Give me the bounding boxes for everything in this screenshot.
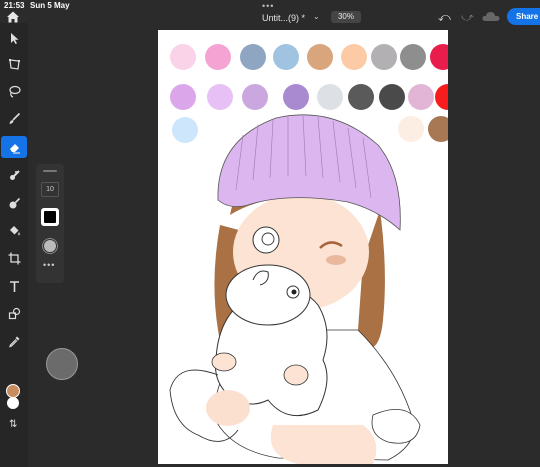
artwork <box>169 44 448 464</box>
undo-icon[interactable]: ⤺ <box>438 10 451 25</box>
palette-swatch <box>348 84 374 110</box>
paint-bucket-icon <box>9 225 20 235</box>
palette-swatch <box>317 84 343 110</box>
palette-swatch <box>307 44 333 70</box>
palette-swatch <box>205 44 231 70</box>
foreground-color-swatch[interactable] <box>6 384 20 398</box>
brush-size-field[interactable]: 10 <box>41 182 59 197</box>
zoom-level[interactable]: 30% <box>331 11 361 23</box>
palette-swatch <box>400 44 426 70</box>
brush-icon <box>9 112 20 124</box>
palette-swatch <box>435 84 448 110</box>
brush-settings-panel: 10 ••• <box>36 164 64 283</box>
palette-swatch <box>341 44 367 70</box>
crop-icon <box>8 252 20 264</box>
transform-tool[interactable] <box>1 53 27 75</box>
top-bar: 21:53 Sun 5 May ••• Untit...(9) * ⌄ 30% … <box>0 0 540 30</box>
background-color-swatch[interactable] <box>7 397 19 409</box>
palette-swatch <box>283 84 309 110</box>
cloud-icon[interactable] <box>482 11 500 22</box>
panel-drag-handle[interactable] <box>43 170 57 172</box>
chevron-down-icon[interactable]: ⌄ <box>313 12 320 21</box>
palette-swatch <box>172 117 198 143</box>
left-toolbar: ⇅ <box>0 23 28 467</box>
home-icon[interactable] <box>6 10 20 24</box>
palette-swatch <box>428 116 448 142</box>
lasso-icon <box>8 85 21 98</box>
swap-colors-icon[interactable]: ⇅ <box>9 419 17 430</box>
left-hand <box>211 352 237 372</box>
left-eye <box>252 226 280 254</box>
type-icon <box>9 280 19 292</box>
arrow-icon <box>10 32 18 44</box>
crop-tool[interactable] <box>1 247 27 269</box>
smudge-icon <box>9 169 20 180</box>
shapes-tool[interactable] <box>1 302 27 324</box>
fill-tool[interactable] <box>1 219 27 241</box>
palette-swatch <box>430 44 448 70</box>
plush-pupil <box>291 289 297 295</box>
redo-icon[interactable]: ⤻ <box>461 10 474 25</box>
palette-swatch <box>273 44 299 70</box>
blur-tool[interactable] <box>1 192 27 214</box>
palette-swatch <box>242 84 268 110</box>
eyedropper-icon <box>8 336 19 347</box>
palette-swatch <box>207 84 233 110</box>
leg <box>270 425 377 464</box>
right-cheek <box>326 255 346 265</box>
brush-opacity-button[interactable] <box>42 238 58 254</box>
palette-swatch <box>240 44 266 70</box>
transform-icon <box>8 58 20 70</box>
document-title[interactable]: Untit...(9) * <box>262 13 305 23</box>
type-tool[interactable] <box>1 275 27 297</box>
brush-color-button[interactable] <box>41 208 59 226</box>
brush-color-chip <box>44 211 56 223</box>
shapes-icon <box>8 307 20 319</box>
more-options-button[interactable]: ••• <box>43 260 55 270</box>
smudge-tool[interactable] <box>1 164 27 186</box>
status-date: Sun 5 May <box>30 1 70 10</box>
eyedropper-tool[interactable] <box>1 330 27 352</box>
brush-tool[interactable] <box>1 107 27 129</box>
plush-belly <box>206 390 250 426</box>
lasso-tool[interactable] <box>1 80 27 102</box>
share-button[interactable]: Share <box>507 8 540 25</box>
right-hand <box>283 364 309 386</box>
touch-shortcut-button[interactable] <box>46 348 78 380</box>
palette-swatch <box>371 44 397 70</box>
eraser-tool[interactable] <box>1 136 27 158</box>
blur-icon <box>9 197 20 208</box>
select-tool[interactable] <box>1 27 27 49</box>
palette-swatch <box>379 84 405 110</box>
palette-swatch <box>170 84 196 110</box>
opacity-dot <box>44 240 56 252</box>
palette-swatch <box>398 116 424 142</box>
palette-swatch <box>408 84 434 110</box>
status-time: 21:53 <box>4 1 25 10</box>
document-canvas[interactable] <box>158 30 448 464</box>
multitask-grabber[interactable]: ••• <box>262 1 274 11</box>
palette-swatch <box>170 44 196 70</box>
eraser-icon <box>9 143 20 153</box>
